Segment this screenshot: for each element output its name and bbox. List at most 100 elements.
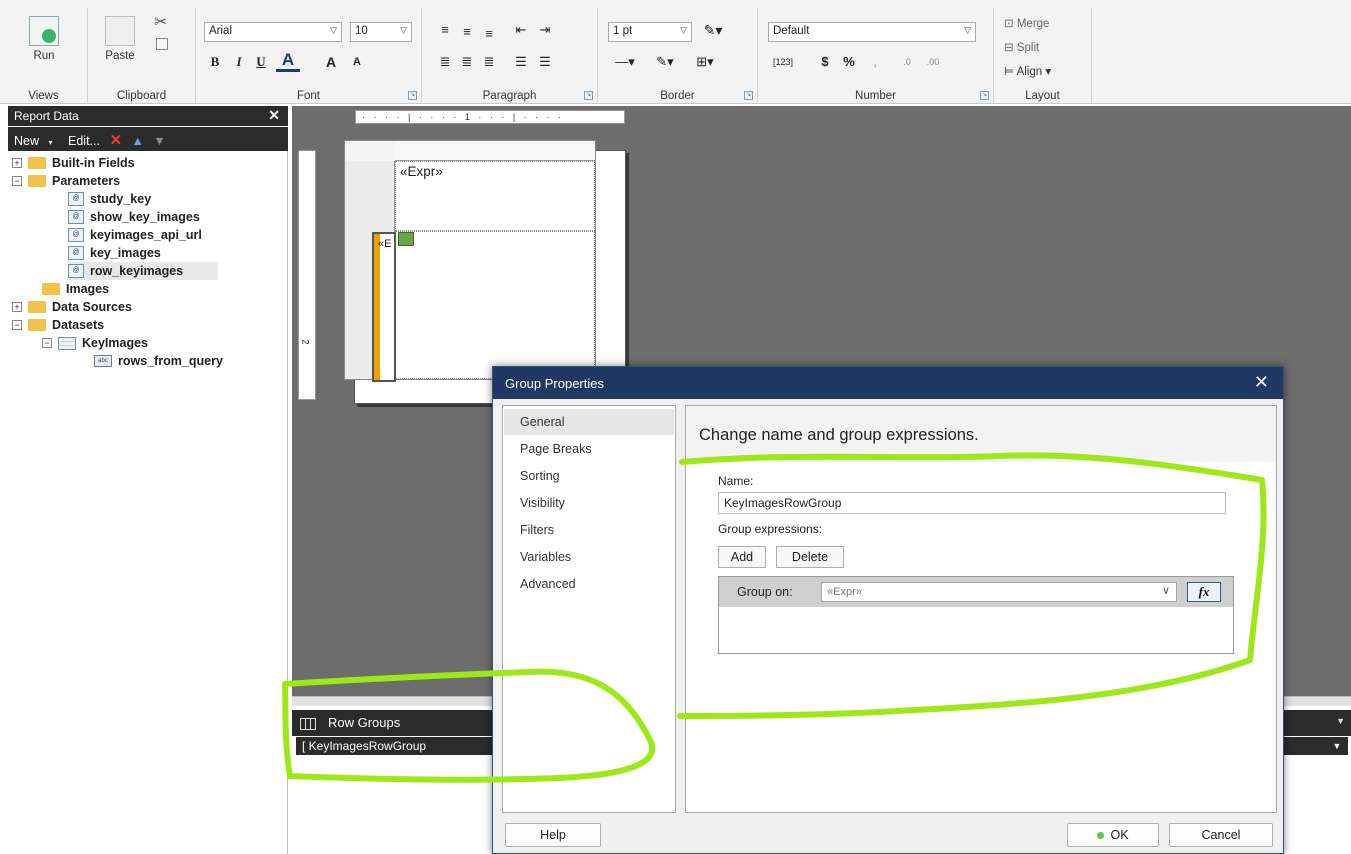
row-group-selection[interactable] xyxy=(372,232,396,382)
align-center-icon[interactable]: ≣ xyxy=(458,52,476,72)
align-middle-icon[interactable]: ≡ xyxy=(458,22,476,42)
percent-button[interactable]: % xyxy=(840,52,858,72)
paste-button[interactable]: Paste xyxy=(96,12,144,74)
pen-color-icon[interactable]: ✎▾ xyxy=(648,52,682,72)
nav-filters[interactable]: Filters xyxy=(504,517,674,543)
expression-placeholder[interactable]: «Expr» xyxy=(400,164,443,179)
row-group-item[interactable]: [ KeyImagesRowGroup xyxy=(296,737,476,755)
parameter-icon: @ xyxy=(68,228,84,242)
nav-variables[interactable]: Variables xyxy=(504,544,674,570)
align-top-icon[interactable]: ≡ xyxy=(436,20,454,40)
group-expressions-table: Group on: «Expr» ∨ fx xyxy=(718,576,1234,654)
nav-page-breaks[interactable]: Page Breaks xyxy=(504,436,674,462)
bold-button[interactable]: B xyxy=(206,52,224,72)
add-button[interactable]: Add xyxy=(718,546,766,568)
chevron-down-icon[interactable]: ▼ xyxy=(1326,737,1348,755)
cancel-button[interactable]: Cancel xyxy=(1169,823,1273,847)
close-icon[interactable]: ✕ xyxy=(268,107,280,124)
font-size-combo[interactable]: 10 ▽ xyxy=(350,22,412,42)
collapse-icon[interactable]: − xyxy=(12,176,22,186)
font-name-combo[interactable]: Arial ▽ xyxy=(204,22,342,42)
dialog-launcher-icon[interactable]: ↘ xyxy=(408,91,417,100)
tree-node-param[interactable]: @ study_key xyxy=(68,190,151,208)
decrease-indent-icon[interactable]: ⇤ xyxy=(512,20,530,40)
new-button[interactable]: New ▾ xyxy=(14,134,59,148)
move-up-icon[interactable]: ▲ xyxy=(132,134,144,148)
run-button[interactable]: Run xyxy=(20,12,68,74)
dialog-launcher-icon[interactable]: ↘ xyxy=(980,91,989,100)
numbering-icon[interactable]: ☰ xyxy=(536,52,554,72)
border-width-value: 1 pt xyxy=(613,25,633,37)
paste-icon xyxy=(105,16,135,46)
cut-icon[interactable]: ✂ xyxy=(154,12,167,32)
folder-icon xyxy=(28,301,46,313)
report-data-tree: + Built-in Fields − Parameters @ study_key … xyxy=(8,151,288,854)
tree-node-param[interactable]: @ key_images xyxy=(68,244,161,262)
name-input[interactable]: KeyImagesRowGroup xyxy=(718,492,1226,514)
group-on-combo[interactable]: «Expr» ∨ xyxy=(821,582,1177,602)
delete-button[interactable]: Delete xyxy=(776,546,844,568)
nav-general[interactable]: General xyxy=(504,409,674,435)
tree-node-param[interactable]: @ keyimages_api_url xyxy=(68,226,202,244)
placeholder-button[interactable]: [123] xyxy=(766,52,800,72)
expand-icon[interactable]: + xyxy=(12,302,22,312)
italic-button[interactable]: I xyxy=(230,52,248,72)
align-bottom-icon[interactable]: ≡ xyxy=(480,24,498,44)
tree-node-images[interactable]: Images xyxy=(42,280,109,298)
align-right-icon[interactable]: ≣ xyxy=(480,52,498,72)
increase-decimals-button[interactable]: .0 xyxy=(896,52,918,72)
decrease-decimals-button[interactable]: .00 xyxy=(922,52,944,72)
border-style-icon[interactable]: —▾ xyxy=(608,52,642,72)
tree-node-field[interactable]: abc rows_from_query xyxy=(94,352,223,370)
tablix-cell-detail[interactable] xyxy=(395,231,595,379)
collapse-icon[interactable]: − xyxy=(42,338,52,348)
edit-button[interactable]: Edit... xyxy=(68,134,100,148)
folder-open-icon xyxy=(28,175,46,187)
comma-button[interactable]: , xyxy=(866,52,884,72)
font-color-button[interactable]: A xyxy=(276,50,300,72)
split-button[interactable]: ⊟ Split xyxy=(1004,40,1039,54)
copy-icon[interactable] xyxy=(156,38,168,50)
tree-node-data-sources[interactable]: + Data Sources xyxy=(12,298,132,316)
align-left-icon[interactable]: ≣ xyxy=(436,52,454,72)
grow-font-button[interactable]: A xyxy=(320,52,342,72)
tree-node-dataset[interactable]: − KeyImages xyxy=(42,334,148,352)
top-strip xyxy=(0,0,1351,8)
chevron-down-icon: ▽ xyxy=(680,25,687,35)
horizontal-ruler: · · · · | · · · · 1 · · · | · · · · xyxy=(355,110,625,124)
tree-node-param[interactable]: @ show_key_images xyxy=(68,208,200,226)
currency-button[interactable]: $ xyxy=(816,52,834,72)
dialog-nav: General Page Breaks Sorting Visibility F… xyxy=(502,405,676,813)
merge-button[interactable]: ⊡ Merge xyxy=(1004,16,1049,30)
expand-icon[interactable]: + xyxy=(12,158,22,168)
borders-icon[interactable]: ⊞▾ xyxy=(688,52,722,72)
tree-node-datasets[interactable]: − Datasets xyxy=(12,316,104,334)
close-icon[interactable]: ✕ xyxy=(1254,372,1269,393)
border-color-icon[interactable]: ✎▾ xyxy=(698,20,728,40)
nav-visibility[interactable]: Visibility xyxy=(504,490,674,516)
shrink-font-button[interactable]: A xyxy=(346,52,368,72)
tree-node-parameters[interactable]: − Parameters xyxy=(12,172,120,190)
help-button[interactable]: Help xyxy=(505,823,601,847)
collapse-icon[interactable]: − xyxy=(12,320,22,330)
dialog-launcher-icon[interactable]: ↘ xyxy=(584,91,593,100)
nav-advanced[interactable]: Advanced xyxy=(504,571,674,597)
align-button[interactable]: ⊨ Align ▾ xyxy=(1004,64,1051,78)
image-icon[interactable] xyxy=(398,232,414,246)
move-down-icon[interactable]: ▼ xyxy=(153,134,165,148)
number-format-combo[interactable]: Default ▽ xyxy=(768,22,976,42)
dialog-launcher-icon[interactable]: ↘ xyxy=(744,91,753,100)
ok-button[interactable]: OK xyxy=(1067,823,1159,847)
increase-indent-icon[interactable]: ⇥ xyxy=(536,20,554,40)
expression-placeholder-small[interactable]: «E xyxy=(378,238,391,250)
bullets-icon[interactable]: ☰ xyxy=(512,52,530,72)
chevron-down-icon[interactable]: ▼ xyxy=(1336,716,1345,726)
expression-button[interactable]: fx xyxy=(1187,582,1221,602)
tree-node-param-selected[interactable]: @ row_keyimages xyxy=(68,262,218,280)
underline-button[interactable]: U xyxy=(252,52,270,72)
nav-sorting[interactable]: Sorting xyxy=(504,463,674,489)
column-handle[interactable] xyxy=(395,141,595,161)
delete-icon[interactable]: ✕ xyxy=(109,132,122,149)
tree-node-built-in-fields[interactable]: + Built-in Fields xyxy=(12,154,135,172)
border-width-combo[interactable]: 1 pt ▽ xyxy=(608,22,692,42)
